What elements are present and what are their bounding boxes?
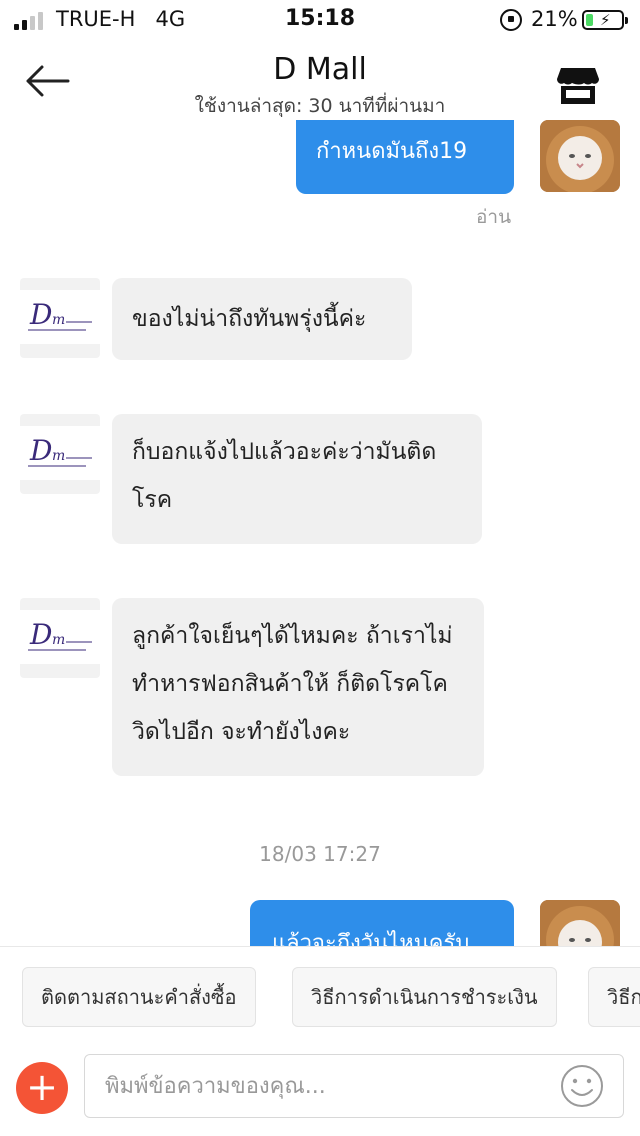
chat-header: D Mall ใช้งานล่าสุด: 30 นาทีที่ผ่านมา — [0, 40, 640, 120]
message-input-bar: + — [0, 1042, 640, 1136]
time-separator: 18/03 17:27 — [259, 842, 381, 866]
emoji-icon[interactable] — [560, 1064, 604, 1108]
quick-reply-payment-method[interactable]: วิธีการดำเนินการชำระเงิน — [292, 967, 557, 1027]
status-bar: TRUE-H 4G 15:18 21% ⚡ — [0, 0, 640, 40]
message-line: ก็บอกแจ้งไปแล้วอะค่ะว่ามันติด — [132, 439, 437, 465]
message-input[interactable] — [84, 1054, 624, 1118]
svg-text:m: m — [52, 312, 65, 328]
battery-fill — [586, 14, 593, 26]
quick-reply-bar[interactable]: ติดตามสถานะคำสั่งซื้อ วิธีการดำเนินการชำ… — [0, 946, 640, 1042]
svg-text:D: D — [29, 298, 52, 331]
svg-text:m: m — [52, 632, 65, 648]
message-line: วิดไปอีก จะทำยังไงคะ — [132, 719, 351, 745]
quick-reply-track-order[interactable]: ติดตามสถานะคำสั่งซื้อ — [22, 967, 256, 1027]
message-line: โรค — [132, 487, 173, 513]
incoming-message[interactable]: ของไม่น่าถึงทันพรุ่งนี้ค่ะ — [112, 278, 412, 360]
message-text: กำหนดมันถึง19 — [316, 139, 468, 164]
user-avatar[interactable] — [540, 120, 620, 192]
message-line: ลูกค้าใจเย็นๆได้ไหมคะ ถ้าเราไม่ — [132, 623, 453, 649]
shop-avatar[interactable]: D m — [20, 278, 100, 358]
quick-reply-more[interactable]: วิธีก — [588, 967, 640, 1027]
svg-text:D: D — [29, 618, 52, 651]
outgoing-message[interactable]: แล้วจะถึงวันไหนครับ — [250, 900, 514, 946]
user-avatar[interactable] — [540, 900, 620, 946]
shop-avatar[interactable]: D m — [20, 598, 100, 678]
shop-avatar[interactable]: D m — [20, 414, 100, 494]
incoming-message[interactable]: ก็บอกแจ้งไปแล้วอะค่ะว่ามันติด โรค — [112, 414, 482, 544]
rotation-lock-icon — [500, 9, 522, 31]
charging-bolt-icon: ⚡ — [600, 11, 611, 29]
battery-icon: ⚡ — [582, 10, 628, 30]
incoming-message[interactable]: ลูกค้าใจเย็นๆได้ไหมคะ ถ้าเราไม่ ทำหารฟอก… — [112, 598, 484, 776]
battery-percent: 21% — [531, 7, 578, 31]
chat-title: D Mall — [273, 52, 367, 87]
message-text: แล้วจะถึงวันไหนครับ — [272, 931, 470, 946]
add-attachment-button[interactable]: + — [16, 1062, 68, 1114]
store-icon[interactable] — [556, 66, 600, 106]
read-receipt: อ่าน — [476, 206, 512, 228]
svg-text:D: D — [29, 434, 52, 467]
message-line: ทำหารฟอกสินค้าให้ ก็ติดโรคโค — [132, 671, 448, 697]
last-active-status: ใช้งานล่าสุด: 30 นาทีที่ผ่านมา — [194, 95, 446, 117]
message-list[interactable]: กำหนดมันถึง19 อ่าน D m ของไม่น่าถึงทันพร… — [0, 120, 640, 946]
svg-text:m: m — [52, 448, 65, 464]
message-line: ของไม่น่าถึงทันพรุ่งนี้ค่ะ — [132, 306, 367, 332]
outgoing-message[interactable]: กำหนดมันถึง19 — [296, 120, 514, 194]
